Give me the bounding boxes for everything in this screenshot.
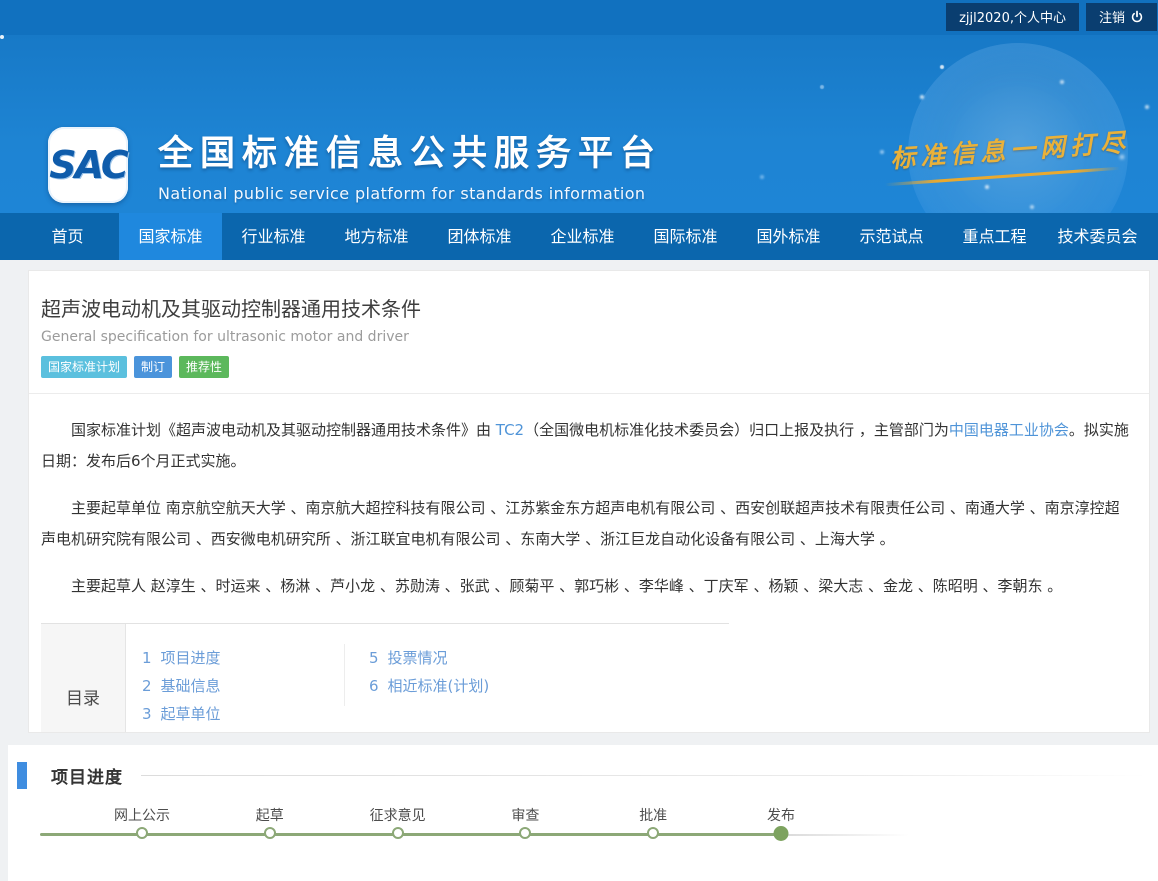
- milestone-label-批准: 批准: [639, 805, 667, 825]
- toc-columns: 1 项目进度 2 基础信息 3 起草单位 4起草人 5 投票情况 6 相近标准(计划): [126, 624, 489, 733]
- milestone-node: [647, 827, 659, 839]
- nav-item-地方标准[interactable]: 地方标准: [325, 213, 428, 260]
- milestone-node: [264, 827, 276, 839]
- toc-item-number: 3: [142, 705, 152, 723]
- standard-title: 超声波电动机及其驱动控制器通用技术条件: [41, 293, 1129, 322]
- toc-item-number: 5: [369, 649, 379, 667]
- nav-item-首页[interactable]: 首页: [16, 213, 119, 260]
- logout-label: 注销: [1099, 7, 1125, 26]
- standard-title-en: General specification for ultrasonic mot…: [41, 329, 1129, 345]
- toc-item-6[interactable]: 6 相近标准(计划): [369, 672, 489, 700]
- milestone-label-审查: 审查: [511, 805, 539, 825]
- tag-row: 国家标准计划制订推荐性: [41, 356, 1129, 378]
- toc-column-1: 1 项目进度 2 基础信息 3 起草单位 4起草人: [142, 644, 344, 733]
- logout-button[interactable]: 注销: [1086, 3, 1157, 31]
- section-title: 项目进度: [51, 763, 123, 788]
- toc-item-1[interactable]: 1 项目进度: [142, 644, 344, 672]
- toc-item-4[interactable]: 4起草人: [142, 728, 344, 733]
- nav-item-示范试点[interactable]: 示范试点: [840, 213, 943, 260]
- toc-label: 目录: [41, 624, 126, 733]
- tag-badge: 推荐性: [179, 356, 229, 378]
- inline-link[interactable]: 中国电器工业协会: [949, 421, 1069, 439]
- timeline-track-extension: [781, 834, 909, 836]
- nav-item-国际标准[interactable]: 国际标准: [634, 213, 737, 260]
- section-header-line: [141, 775, 1146, 776]
- toc-item-number: 6: [369, 677, 379, 695]
- main-nav: 首页国家标准行业标准地方标准团体标准企业标准国际标准国外标准示范试点重点工程技术…: [0, 213, 1158, 260]
- nav-item-国家标准[interactable]: 国家标准: [119, 213, 222, 260]
- toc-column-2: 5 投票情况 6 相近标准(计划): [344, 644, 489, 706]
- nav-item-重点工程[interactable]: 重点工程: [943, 213, 1046, 260]
- inline-link[interactable]: TC2: [496, 421, 524, 439]
- description-block: 国家标准计划《超声波电动机及其驱动控制器通用技术条件》由 TC2（全国微电机标准…: [41, 415, 1129, 602]
- standard-detail-card: 超声波电动机及其驱动控制器通用技术条件 General specificatio…: [28, 270, 1150, 733]
- toc-item-3[interactable]: 3 起草单位: [142, 700, 344, 728]
- user-center-button[interactable]: zjjl2020,个人中心: [946, 3, 1079, 31]
- progress-timeline: 网上公示 起草 征求意见 审查 批准 发布: [8, 793, 1158, 881]
- section-header: 项目进度: [8, 761, 1158, 789]
- nav-item-行业标准[interactable]: 行业标准: [222, 213, 325, 260]
- milestone-label-发布: 发布: [767, 805, 795, 825]
- header-banner: SAC 全国标准信息公共服务平台 National public service…: [0, 35, 1158, 213]
- topbar: zjjl2020,个人中心 注销: [0, 0, 1158, 35]
- intro-paragraph: 国家标准计划《超声波电动机及其驱动控制器通用技术条件》由 TC2（全国微电机标准…: [41, 415, 1131, 477]
- milestone-label-网上公示: 网上公示: [114, 805, 170, 825]
- nav-item-国外标准[interactable]: 国外标准: [737, 213, 840, 260]
- toc-item-label: 基础信息: [161, 677, 221, 695]
- brand-block: 全国标准信息公共服务平台 National public service pla…: [158, 125, 662, 203]
- toc-item-number: 2: [142, 677, 152, 695]
- toc-item-2[interactable]: 2 基础信息: [142, 672, 344, 700]
- milestone-node-filled: [774, 826, 789, 841]
- tag-badge: 国家标准计划: [41, 356, 127, 378]
- tag-badge: 制订: [134, 356, 172, 378]
- timeline-track: [40, 833, 781, 836]
- nav-item-技术委员会[interactable]: 技术委员会: [1046, 213, 1149, 260]
- milestone-node: [519, 827, 531, 839]
- divider: [29, 393, 1149, 394]
- milestone-label-征求意见: 征求意见: [370, 805, 426, 825]
- toc-item-label: 起草单位: [161, 705, 221, 723]
- nav-item-团体标准[interactable]: 团体标准: [428, 213, 531, 260]
- toc-item-label: 投票情况: [388, 649, 448, 667]
- toc-item-number: 1: [142, 649, 152, 667]
- sparkle-dots: [0, 35, 4, 39]
- toc-item-5[interactable]: 5 投票情况: [369, 644, 489, 672]
- section-accent-bar: [17, 762, 27, 789]
- milestone-node: [392, 827, 404, 839]
- sac-logo-text: SAC: [49, 143, 127, 187]
- drafting-units-paragraph: 主要起草单位 南京航空航天大学 、南京航大超控科技有限公司 、江苏紫金东方超声电…: [41, 493, 1131, 555]
- power-icon: [1130, 10, 1144, 24]
- nav-item-企业标准[interactable]: 企业标准: [531, 213, 634, 260]
- drafters-paragraph: 主要起草人 赵淳生 、时运来 、杨淋 、芦小龙 、苏勋涛 、张武 、顾菊平 、郭…: [41, 571, 1131, 602]
- milestone-node: [136, 827, 148, 839]
- toc-item-label: 相近标准(计划): [388, 677, 490, 695]
- intro-text: 国家标准计划《超声波电动机及其驱动控制器通用技术条件》由: [71, 421, 496, 439]
- toc-item-label: 项目进度: [161, 649, 221, 667]
- project-progress-section: 项目进度 网上公示 起草 征求意见 审查 批准 发布: [8, 745, 1158, 881]
- platform-title: 全国标准信息公共服务平台: [158, 125, 662, 176]
- intro-text: （全国微电机标准化技术委员会）归口上报及执行 ，主管部门为: [524, 421, 949, 439]
- sac-logo[interactable]: SAC: [48, 127, 128, 203]
- milestone-label-起草: 起草: [256, 805, 284, 825]
- toc-box: 目录 1 项目进度 2 基础信息 3 起草单位 4起草人 5 投票情况 6 相近标准(计划): [41, 623, 729, 733]
- platform-subtitle: National public service platform for sta…: [158, 184, 662, 203]
